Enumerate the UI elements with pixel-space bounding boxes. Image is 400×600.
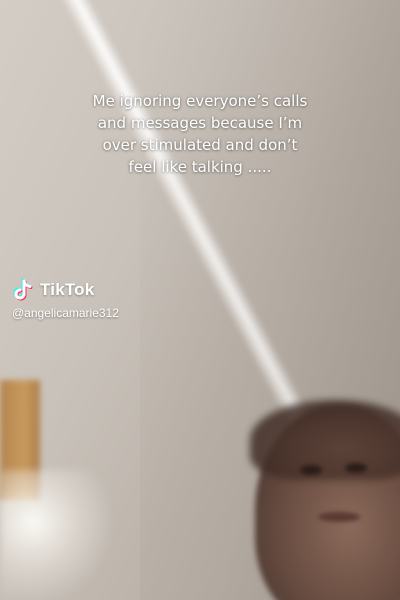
light-glare bbox=[0, 470, 110, 600]
watermark-username: @angelicamarie312 bbox=[12, 306, 119, 320]
watermark-brand: TikTok bbox=[40, 280, 95, 299]
person-eye-right bbox=[345, 463, 367, 473]
tiktok-logo-icon bbox=[12, 278, 34, 302]
person-hair bbox=[250, 400, 400, 480]
video-frame: Me ignoring everyone’s calls and message… bbox=[0, 0, 400, 600]
person-eye-left bbox=[300, 465, 322, 475]
tiktok-watermark: TikTok @angelicamarie312 bbox=[12, 278, 119, 320]
watermark-brand-row: TikTok bbox=[12, 278, 119, 302]
person-mouth bbox=[318, 512, 360, 522]
video-caption: Me ignoring everyone’s calls and message… bbox=[92, 92, 308, 176]
